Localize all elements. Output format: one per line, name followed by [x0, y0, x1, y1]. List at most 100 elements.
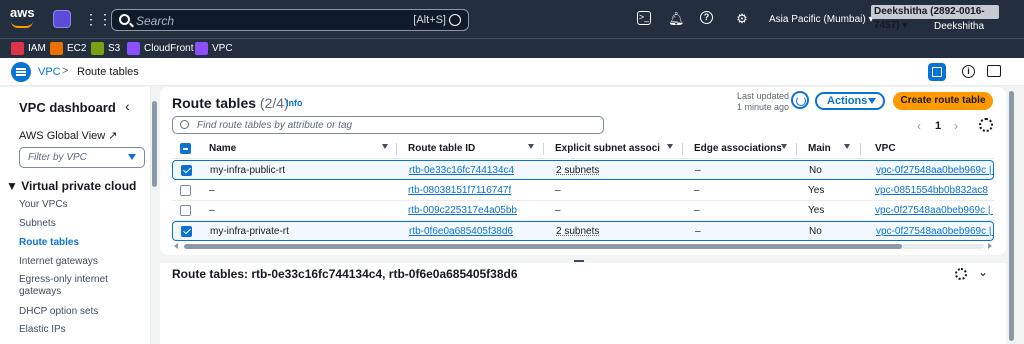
search-bar[interactable]: Search [Alt+S]: [111, 9, 469, 31]
settings-gear-icon[interactable]: ⚙: [734, 11, 750, 27]
cell-vpc-link[interactable]: vpc-0851554bb0b832ac8: [875, 185, 993, 196]
sidebar-collapse-icon[interactable]: ‹: [125, 98, 130, 114]
favorite-cloudfront[interactable]: CloudFront: [127, 42, 193, 56]
cell-explicit-subnets[interactable]: 2 subnets: [556, 226, 599, 237]
sidebar-title[interactable]: VPC dashboard: [19, 100, 116, 115]
global-view-link[interactable]: AWS Global View ↗: [19, 129, 117, 142]
column-divider[interactable]: [396, 143, 397, 155]
column-header-main[interactable]: Main: [808, 143, 831, 154]
sidebar-item-your-vpcs[interactable]: Your VPCs: [19, 199, 139, 211]
sidebar-scrollbar[interactable]: [151, 87, 159, 344]
row-checkbox[interactable]: [181, 165, 192, 176]
scroll-left-arrow-icon[interactable]: [174, 243, 178, 249]
favorite-iam[interactable]: IAM: [11, 42, 46, 56]
page-scrollbar-thumb[interactable]: [1009, 91, 1014, 341]
favorite-ec2[interactable]: EC2: [50, 42, 86, 56]
column-divider[interactable]: [860, 143, 861, 155]
sort-icon[interactable]: [781, 144, 787, 149]
create-route-table-button[interactable]: Create route table: [893, 92, 993, 110]
sort-icon[interactable]: [844, 144, 850, 149]
favorite-label: S3: [108, 43, 121, 54]
scroll-right-arrow-icon[interactable]: [988, 243, 992, 249]
select-all-checkbox[interactable]: [180, 143, 191, 154]
help-icon[interactable]: ?: [700, 11, 713, 24]
cell-vpc-link[interactable]: vpc-0f27548aa0beb969c | r: [875, 205, 993, 216]
user-name: Deekshitha: [934, 21, 985, 32]
row-checkbox[interactable]: [180, 185, 191, 196]
cell-route-table-id-link[interactable]: rtb-0e33c16fc744134c4: [409, 165, 514, 176]
route-table-search-input[interactable]: Find route tables by attribute or tag: [172, 116, 604, 134]
column-header-vpc[interactable]: VPC: [875, 143, 896, 154]
table-row[interactable]: my-infra-public-rt rtb-0e33c16fc744134c4…: [172, 160, 994, 180]
split-panel-resize-handle[interactable]: [574, 260, 584, 262]
info-link[interactable]: Info: [286, 98, 303, 108]
cell-main: Yes: [808, 185, 825, 196]
cell-explicit-subnets[interactable]: 2 subnets: [556, 165, 599, 176]
column-header-name[interactable]: Name: [209, 143, 236, 154]
cell-route-table-id-link[interactable]: rtb-08038151f7116747f: [408, 185, 511, 196]
actions-button[interactable]: Actions: [815, 92, 885, 110]
route-table-search-placeholder: Find route tables by attribute or tag: [197, 120, 353, 131]
sidebar-item-dhcp-option-sets[interactable]: DHCP option sets: [19, 306, 139, 318]
column-divider[interactable]: [796, 143, 797, 155]
feedback-icon[interactable]: [987, 65, 1001, 77]
account-menu[interactable]: Deekshitha (2892-0016-7457) ▾: [871, 5, 999, 31]
notifications-bell-icon[interactable]: 🔔︎: [668, 11, 685, 27]
split-panel-settings-gear-icon[interactable]: [955, 268, 967, 280]
sidebar-item-subnets[interactable]: Subnets: [19, 218, 139, 230]
services-grid-icon[interactable]: ⋮⋮: [84, 11, 112, 27]
sidebar-scrollbar-thumb[interactable]: [152, 101, 157, 187]
aws-logo[interactable]: aws: [10, 5, 36, 31]
cell-route-table-id-link[interactable]: rtb-0f6e0a685405f38d6: [409, 226, 513, 237]
cloudshell-icon[interactable]: >_: [637, 11, 651, 25]
row-checkbox[interactable]: [180, 205, 191, 216]
sidebar-section-virtual-private-cloud[interactable]: ▼ Virtual private cloud: [6, 179, 136, 193]
sort-icon[interactable]: [528, 144, 534, 149]
sort-icon[interactable]: [382, 144, 388, 149]
table-row[interactable]: my-infra-private-rt rtb-0f6e0a685405f38d…: [172, 221, 994, 241]
column-divider[interactable]: [682, 143, 683, 155]
last-updated-value: 1 minute ago: [737, 102, 790, 112]
selection-count: (2/4): [259, 95, 289, 111]
chevron-down-icon[interactable]: ⌄: [978, 265, 988, 279]
next-page-button[interactable]: ›: [954, 119, 958, 133]
top-navigation-bar: aws ⋮⋮ Search [Alt+S] >_ 🔔︎ ? ⚙ Asia Pac…: [0, 0, 1024, 38]
cell-vpc-link[interactable]: vpc-0f27548aa0beb969c | r: [876, 165, 994, 176]
breadcrumb-vpc-link[interactable]: VPC: [38, 66, 61, 78]
row-checkbox[interactable]: [181, 226, 192, 237]
cell-route-table-id-link[interactable]: rtb-009c225317e4a05bb: [408, 205, 517, 216]
chevron-down-icon: [128, 154, 136, 160]
sidebar-item-elastic-ips[interactable]: Elastic IPs: [19, 324, 139, 336]
cell-vpc-link[interactable]: vpc-0f27548aa0beb969c | r: [876, 226, 994, 237]
table-row[interactable]: – rtb-08038151f7116747f – – Yes vpc-0851…: [172, 181, 994, 201]
previous-page-button[interactable]: ‹: [917, 119, 921, 133]
cell-edge-associations: –: [695, 165, 701, 176]
column-divider[interactable]: [543, 143, 544, 155]
column-header-route-table-id[interactable]: Route table ID: [408, 143, 475, 154]
aws-smile-icon: [11, 21, 33, 28]
sidebar-item-route-tables[interactable]: Route tables: [19, 237, 139, 249]
refresh-button[interactable]: [791, 91, 809, 109]
cell-name: –: [209, 185, 215, 196]
breadcrumb-separator: >: [62, 65, 69, 77]
column-header-edge-associations[interactable]: Edge associations: [694, 143, 782, 154]
info-panel-icon[interactable]: i: [962, 65, 975, 78]
side-menu-toggle-button[interactable]: [11, 62, 31, 82]
favorite-vpc[interactable]: VPC: [195, 42, 233, 56]
favorite-s3[interactable]: S3: [91, 42, 120, 56]
services-hub-icon[interactable]: [53, 10, 71, 28]
vpc-filter-select[interactable]: Filter by VPC: [19, 147, 145, 168]
region-selector[interactable]: Asia Pacific (Mumbai) ▾: [769, 14, 874, 25]
table-preferences-gear-icon[interactable]: [979, 118, 993, 132]
cell-edge-associations: –: [694, 205, 700, 216]
current-page-number[interactable]: 1: [935, 120, 941, 132]
sidebar-item-internet-gateways[interactable]: Internet gateways: [19, 256, 139, 268]
split-panel-toggle-icon[interactable]: [928, 63, 946, 81]
table-row[interactable]: – rtb-009c225317e4a05bb – – Yes vpc-0f27…: [172, 201, 994, 221]
table-horizontal-scrollbar[interactable]: [172, 243, 994, 250]
column-header-explicit-subnet-associations[interactable]: Explicit subnet associ...: [555, 143, 660, 154]
page-scrollbar[interactable]: [1008, 87, 1016, 344]
sidebar-item-egress-only-internet-gateways[interactable]: Egress-only internet gateways: [19, 274, 119, 298]
sort-icon[interactable]: [667, 144, 673, 149]
scrollbar-thumb[interactable]: [184, 244, 902, 249]
